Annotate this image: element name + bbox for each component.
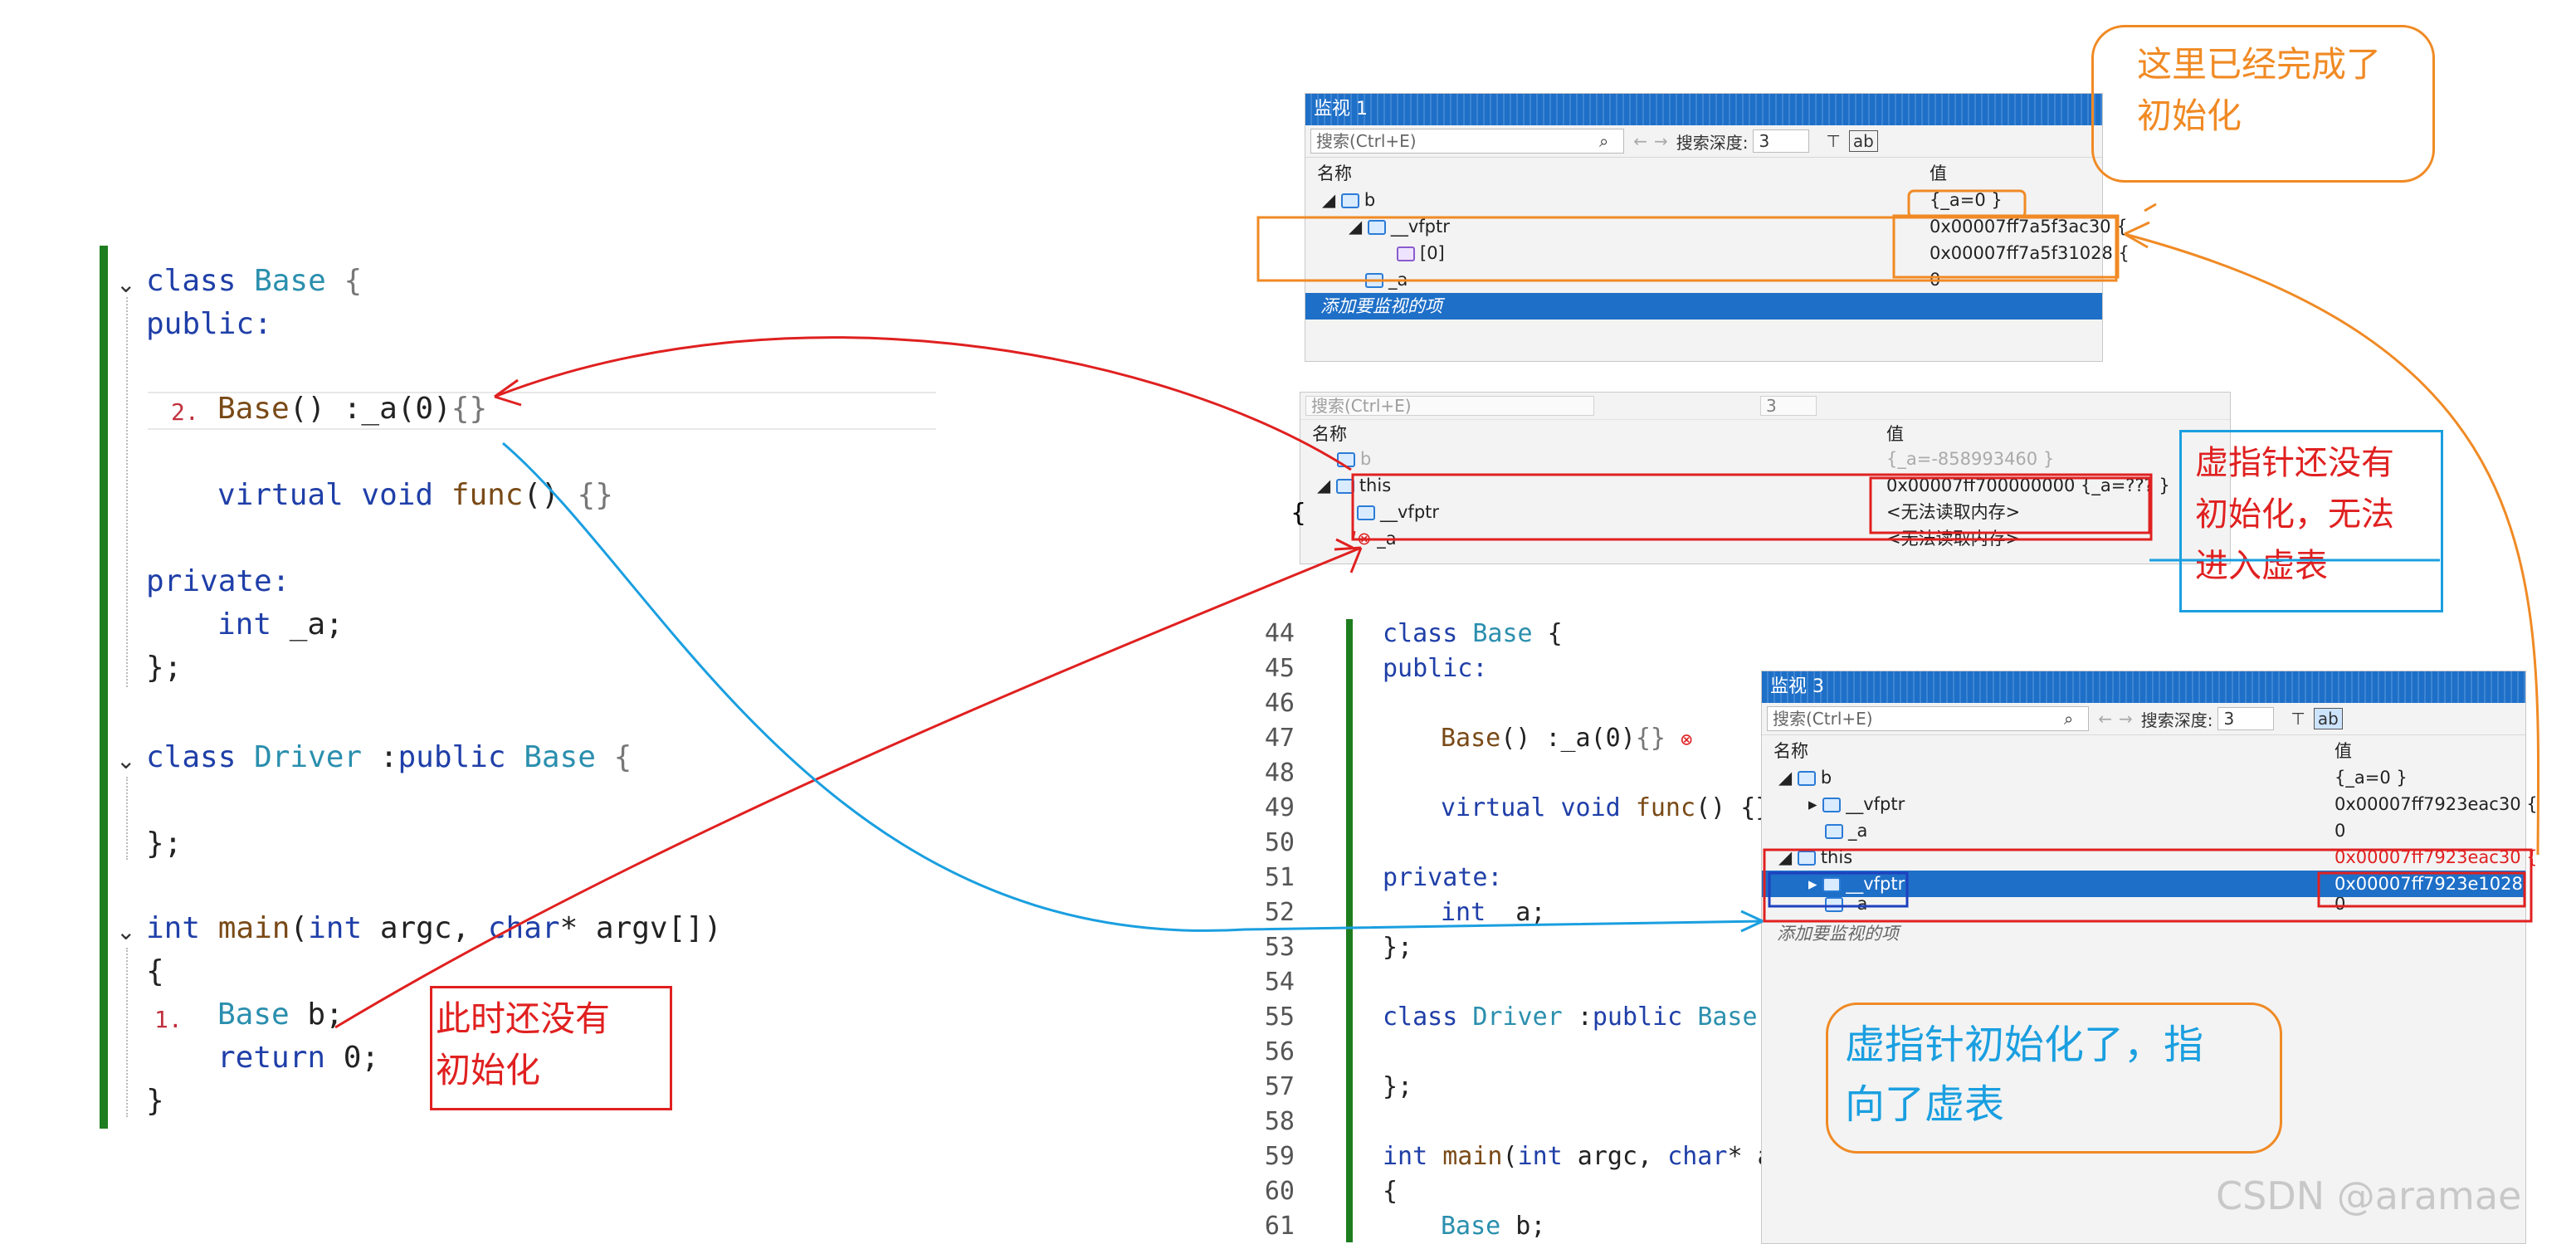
highlight-watch3-value (2317, 871, 2526, 908)
highlight-vfptr-rows (1256, 216, 2118, 282)
watermark: CSDN @aramae (2216, 1173, 2522, 1218)
highlight-watch3-vfptr (1768, 871, 1909, 908)
highlight-b-value (1907, 189, 2027, 219)
arrow-red-1 (494, 336, 1352, 471)
highlight-watch3-this (1763, 848, 2533, 923)
highlight-vfptr-values (1892, 214, 2120, 279)
highlight-this-values (1869, 476, 2151, 534)
arrow-blue-1 (502, 441, 1764, 932)
annotation-overlay (334, 189, 2540, 1029)
arrow-red-2 (334, 546, 1362, 1029)
arrow-orange-1 (2124, 232, 2540, 856)
highlight-this-rows (1351, 473, 2153, 541)
